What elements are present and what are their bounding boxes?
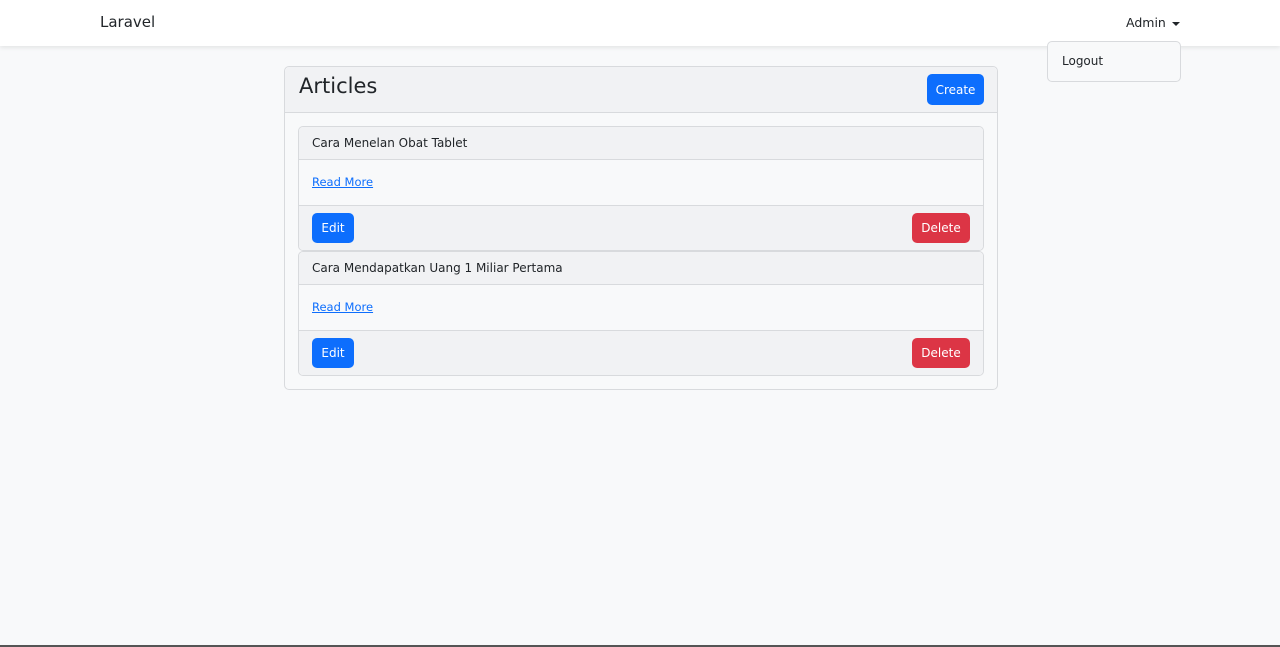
article-title: Cara Menelan Obat Tablet: [299, 127, 983, 160]
navbar: Laravel Admin: [0, 0, 1280, 46]
user-menu-toggle[interactable]: Admin: [1126, 15, 1180, 30]
article-card: Cara Menelan Obat Tablet Read More Edit …: [298, 126, 984, 251]
create-button[interactable]: Create: [927, 74, 984, 105]
logout-item[interactable]: Logout: [1062, 54, 1103, 68]
caret-down-icon: [1171, 21, 1180, 26]
edit-button[interactable]: Edit: [312, 338, 354, 368]
user-dropdown: Logout: [1047, 41, 1181, 82]
edit-button[interactable]: Edit: [312, 213, 354, 243]
read-more-link[interactable]: Read More: [312, 175, 373, 189]
delete-button[interactable]: Delete: [912, 213, 970, 243]
delete-button[interactable]: Delete: [912, 338, 970, 368]
read-more-link[interactable]: Read More: [312, 300, 373, 314]
page-title: Articles: [299, 74, 378, 98]
articles-card: Articles Create Cara Menelan Obat Tablet…: [284, 66, 998, 390]
brand-link[interactable]: Laravel: [100, 13, 155, 31]
article-title: Cara Mendapatkan Uang 1 Miliar Pertama: [299, 252, 983, 285]
article-card: Cara Mendapatkan Uang 1 Miliar Pertama R…: [298, 251, 984, 376]
card-header: Articles Create: [285, 67, 997, 113]
user-name: Admin: [1126, 15, 1166, 30]
